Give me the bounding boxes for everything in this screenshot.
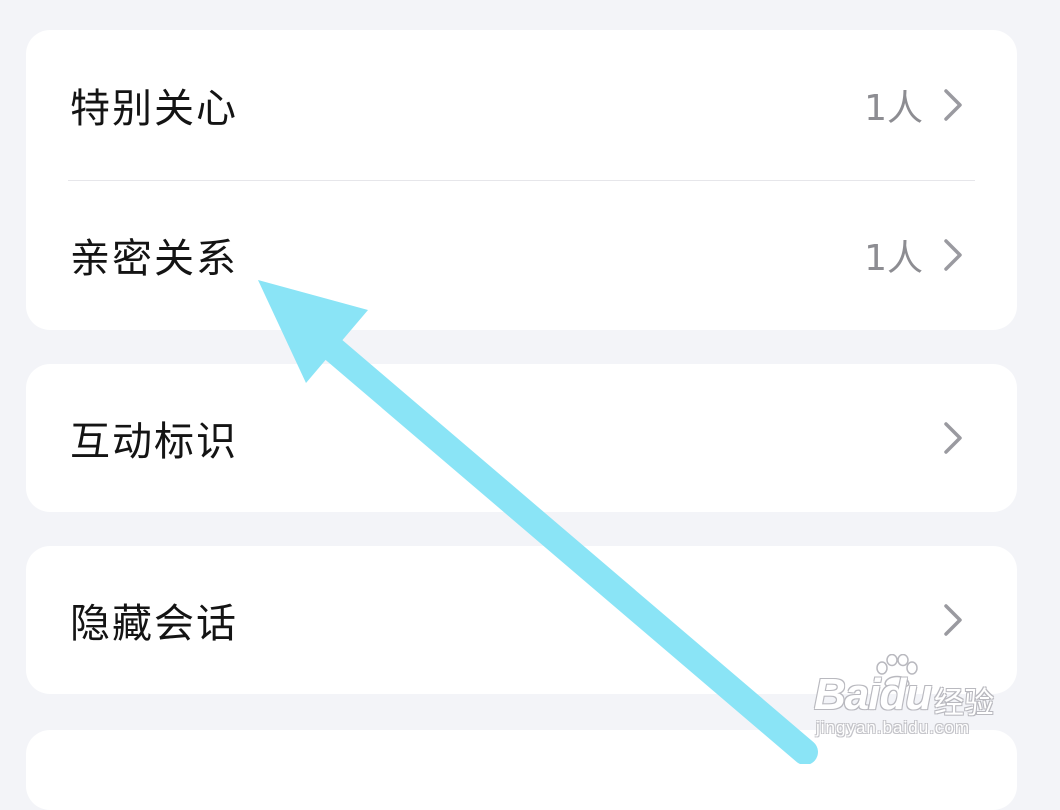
row-hidden-chats[interactable]: 隐藏会话	[26, 546, 1017, 694]
settings-group-interaction: 互动标识	[26, 364, 1017, 512]
row-count: 1人	[864, 88, 923, 129]
row-intimate-relation[interactable]: 亲密关系 1人	[26, 180, 1017, 330]
row-label: 特别关心	[70, 86, 238, 132]
row-label: 隐藏会话	[70, 601, 238, 647]
row-interaction-badge[interactable]: 互动标识	[26, 364, 1017, 512]
chevron-right-icon	[944, 89, 962, 121]
row-label: 互动标识	[70, 419, 238, 465]
chevron-right-icon	[944, 239, 962, 271]
settings-group-hidden: 隐藏会话	[26, 546, 1017, 694]
chevron-right-icon	[944, 422, 962, 454]
row-label: 亲密关系	[70, 236, 238, 282]
row-count: 1人	[864, 238, 923, 279]
settings-group-next	[26, 730, 1017, 810]
chevron-right-icon	[944, 604, 962, 636]
settings-group-relations: 特别关心 1人 亲密关系 1人	[26, 30, 1017, 330]
row-special-care[interactable]: 特别关心 1人	[26, 30, 1017, 180]
